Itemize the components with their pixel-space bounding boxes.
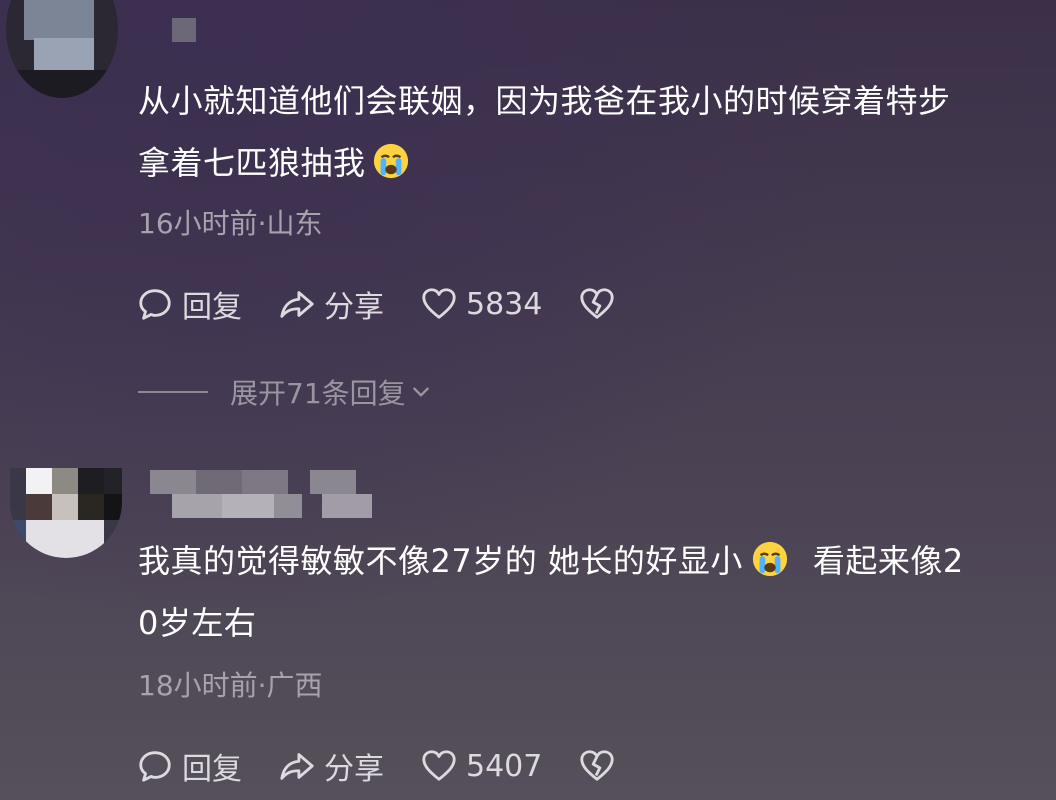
like-button[interactable]: 5407 <box>420 747 542 785</box>
comment-actions: 回复 分享 5407 <box>136 744 660 788</box>
like-count: 5834 <box>466 286 543 322</box>
comment-line-2-text: 拿着七匹狼抽我 <box>138 144 366 182</box>
heart-icon <box>422 750 456 781</box>
dislike-button[interactable] <box>578 285 624 323</box>
comment-text: 从小就知道他们会联姻，因为我爸在我小的时候穿着特步 拿着七匹狼抽我 <box>138 70 1038 194</box>
comment-meta: 18小时前·广西 <box>138 669 323 702</box>
comment-line-1a: 我真的觉得敏敏不像27岁的 她长的好显小 <box>138 542 743 580</box>
chevron-down-icon <box>412 387 429 397</box>
share-label: 分享 <box>324 752 384 787</box>
like-count: 5407 <box>466 748 543 784</box>
reply-label: 回复 <box>182 290 242 325</box>
comment-line-1: 我真的觉得敏敏不像27岁的 她长的好显小 看起来像2 <box>138 530 1038 592</box>
share-button[interactable]: 分享 <box>278 282 384 326</box>
reply-button[interactable]: 回复 <box>136 744 242 788</box>
comment-bubble-icon <box>139 751 171 782</box>
share-arrow-icon <box>280 753 314 780</box>
avatar[interactable] <box>6 0 118 98</box>
comment-line-1b: 看起来像2 <box>812 542 964 580</box>
expand-replies-button[interactable]: 展开71条回复 <box>138 372 432 412</box>
comment-line-2: 拿着七匹狼抽我 <box>138 132 1038 194</box>
comment-text: 我真的觉得敏敏不像27岁的 她长的好显小 看起来像2 0岁左右 <box>138 530 1038 654</box>
share-button[interactable]: 分享 <box>278 744 384 788</box>
comment-actions: 回复 分享 5834 <box>136 282 660 326</box>
comment-bubble-icon <box>139 289 171 320</box>
share-arrow-icon <box>280 291 314 318</box>
username-blurred[interactable] <box>150 470 372 520</box>
share-label: 分享 <box>324 290 384 325</box>
expand-replies-label: 展开71条回复 <box>230 377 406 410</box>
username-blurred[interactable] <box>172 18 196 42</box>
avatar[interactable] <box>10 468 122 558</box>
crying-face-emoji <box>752 541 788 577</box>
reply-button[interactable]: 回复 <box>136 282 242 326</box>
comment-line-2: 0岁左右 <box>138 604 257 642</box>
expand-divider <box>138 391 208 393</box>
broken-heart-icon <box>580 288 614 319</box>
comment-meta: 16小时前·山东 <box>138 207 323 240</box>
reply-label: 回复 <box>182 752 242 787</box>
heart-icon <box>422 288 456 319</box>
like-button[interactable]: 5834 <box>420 285 542 323</box>
dislike-button[interactable] <box>578 747 624 785</box>
comment-line-1: 从小就知道他们会联姻，因为我爸在我小的时候穿着特步 <box>138 82 951 120</box>
broken-heart-icon <box>580 750 614 781</box>
crying-face-emoji <box>373 143 408 179</box>
